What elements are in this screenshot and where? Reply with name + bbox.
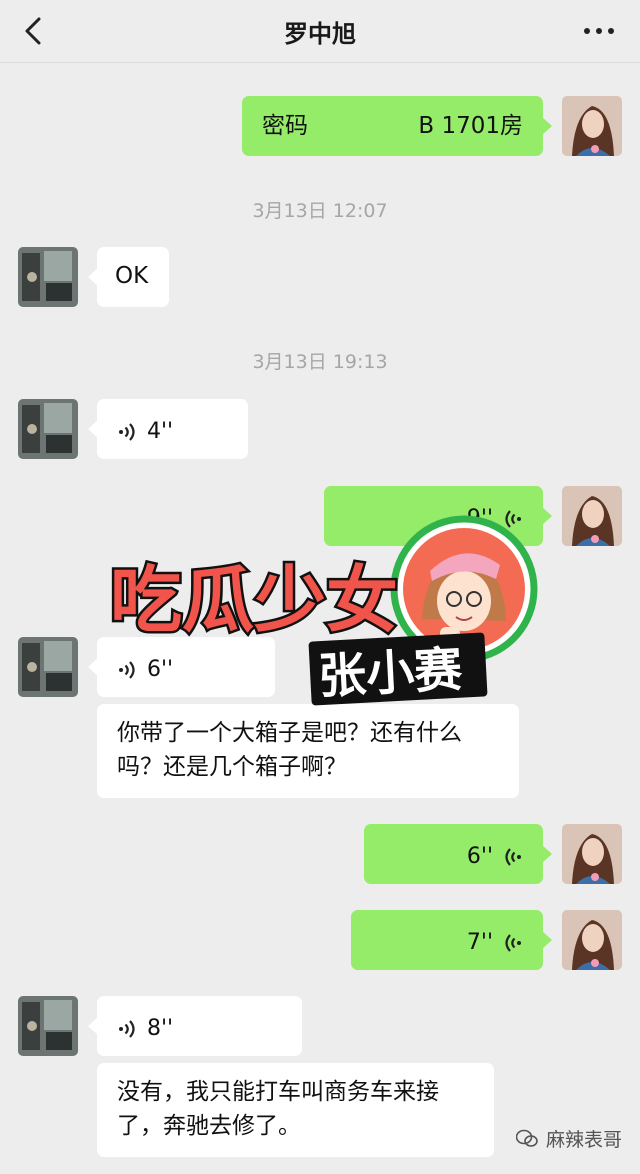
contact-avatar[interactable] (18, 637, 78, 697)
my-avatar[interactable] (562, 486, 622, 546)
voice-wave-icon (119, 423, 135, 441)
voice-message[interactable]: 7'' (351, 910, 552, 970)
voice-wave-icon (119, 1020, 135, 1038)
voice-duration: 6'' (466, 844, 493, 869)
voice-duration: 8'' (147, 1016, 174, 1041)
sticker-graphic: 吃瓜少女 张小赛 (108, 515, 538, 706)
my-avatar[interactable] (562, 824, 622, 884)
my-avatar[interactable] (562, 910, 622, 970)
voice-message[interactable]: 8'' (88, 996, 302, 1056)
voice-wave-icon (505, 934, 521, 952)
voice-wave-icon (505, 848, 521, 866)
message-text: 你带了一个大箱子是吧？还有什么吗？还是几个箱子啊？ (117, 720, 462, 780)
password-label: 密码 (262, 113, 308, 139)
timestamp: 3月13日 12:07 (252, 200, 388, 222)
room-number: B 1701房 (418, 113, 523, 139)
voice-duration: 4'' (147, 419, 174, 444)
message-text: OK (115, 263, 149, 289)
voice-message[interactable]: 4'' (88, 399, 248, 459)
watermark-text: 麻辣表哥 (545, 1129, 622, 1151)
chat-title: 罗中旭 (284, 20, 356, 48)
voice-message[interactable]: 6'' (364, 824, 552, 884)
message-bubble-text[interactable]: 没有，我只能打车叫商务车来接了，奔驰去修了。 (97, 1063, 494, 1157)
message-text: 没有，我只能打车叫商务车来接了，奔驰去修了。 (117, 1079, 439, 1139)
sticker-subtitle: 张小赛 (317, 644, 465, 705)
ellipsis-icon[interactable] (584, 26, 614, 36)
message-bubble-password[interactable]: 密码 B 1701房 (242, 96, 552, 156)
timestamp: 3月13日 19:13 (252, 351, 388, 373)
contact-avatar[interactable] (18, 247, 78, 307)
sticker-title: 吃瓜少女 (110, 561, 398, 641)
sticker-overlay: 吃瓜少女 张小赛 (104, 515, 544, 715)
watermark: 麻辣表哥 (515, 1125, 622, 1152)
chat-header: 罗中旭 (0, 0, 640, 63)
my-avatar[interactable] (562, 96, 622, 156)
message-bubble-text[interactable]: OK (88, 247, 169, 307)
contact-avatar[interactable] (18, 996, 78, 1056)
voice-duration: 7'' (466, 930, 493, 955)
wechat-official-account-icon (515, 1129, 538, 1147)
message-bubble-text[interactable]: 你带了一个大箱子是吧？还有什么吗？还是几个箱子啊？ (97, 704, 519, 798)
contact-avatar[interactable] (18, 399, 78, 459)
